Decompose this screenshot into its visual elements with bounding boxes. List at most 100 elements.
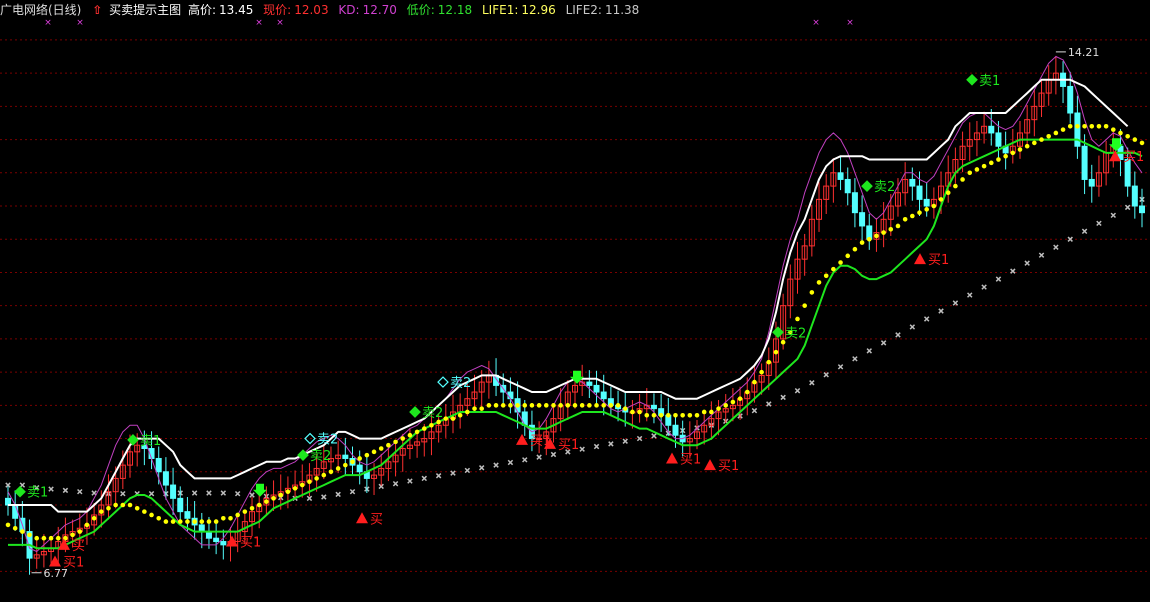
life1-dot <box>27 532 32 538</box>
candlestick-chart[interactable]: × × × × × ×卖1买1买卖1买1卖2卖2买卖2卖2买1 买1买1 买1卖2卖2买1卖1… <box>0 0 1150 602</box>
candle-down <box>650 404 657 410</box>
candle-down <box>988 125 995 134</box>
life1-dot <box>264 499 269 504</box>
candle-down <box>170 484 177 499</box>
candle-down <box>198 524 205 533</box>
life2-marker <box>77 488 83 495</box>
life1-dot <box>967 170 973 176</box>
life1-dot <box>910 213 915 219</box>
life1-dot <box>895 223 901 229</box>
life1-dot <box>802 303 807 308</box>
life1-dot <box>1075 123 1080 129</box>
life1-dot <box>809 290 815 295</box>
candle-down <box>851 192 858 214</box>
buy-triangle-icon <box>226 535 238 547</box>
life2-marker <box>148 490 155 497</box>
life1-dot <box>221 515 226 521</box>
life1-dot <box>687 412 693 418</box>
life1-dot <box>465 409 470 415</box>
life2-marker <box>593 443 600 450</box>
support-line <box>8 138 1143 550</box>
magenta-marker: × <box>255 18 263 28</box>
life2-marker <box>780 394 786 401</box>
life1-dot <box>364 452 370 458</box>
life1-dot <box>658 412 664 418</box>
life1-dot <box>874 233 879 239</box>
life1-dot <box>859 240 865 245</box>
buy-triangle-icon <box>356 512 368 524</box>
life1-dot <box>335 466 341 471</box>
life1-dot <box>479 406 484 411</box>
life1-dot <box>77 529 83 534</box>
buy-signal-label: 买1 <box>928 253 949 268</box>
life1-dot <box>637 409 642 415</box>
life1-dot <box>931 203 937 209</box>
life1-dot <box>766 359 772 365</box>
candle-down <box>859 212 866 227</box>
candle-down <box>600 391 607 400</box>
candle-down <box>177 497 184 513</box>
life1-dot <box>393 439 398 445</box>
buy-signal-label: 买1 <box>558 438 579 453</box>
life1-dot <box>256 502 262 508</box>
life2-marker <box>579 446 585 452</box>
min-price-annotation: 6.77 <box>44 567 69 580</box>
buy-signal-label: 买1 <box>718 459 739 474</box>
life2-marker <box>1038 252 1045 258</box>
life1-dot <box>84 522 90 528</box>
life2-marker <box>1010 268 1016 274</box>
life1-dot <box>694 412 700 418</box>
life1-dot <box>343 462 348 468</box>
life2-marker <box>651 433 657 439</box>
candle-down <box>155 457 162 473</box>
life2-marker <box>478 465 485 471</box>
life1-dot <box>1067 123 1073 129</box>
candle-down <box>220 541 227 546</box>
life1-dot <box>429 422 434 428</box>
life1-dot <box>1082 123 1087 129</box>
signal-buy: 买1 <box>544 437 579 453</box>
life1-dot <box>622 406 628 411</box>
life1-dot <box>170 519 176 524</box>
life1-dot <box>981 163 987 169</box>
life2-marker <box>909 324 916 330</box>
life1-dot <box>206 519 212 524</box>
life2-marker <box>866 348 872 354</box>
life1-dot <box>1046 133 1051 139</box>
buy-signal-label: 买1 <box>1123 150 1144 165</box>
life1-dot <box>1118 130 1123 136</box>
life1-dot <box>421 426 427 431</box>
life2-marker <box>191 490 198 496</box>
life1-dot <box>328 469 334 475</box>
life2-marker <box>234 490 241 497</box>
candle-down <box>213 537 220 543</box>
buy-triangle-icon <box>666 452 678 464</box>
sell-signal-label: 卖2 <box>422 406 443 421</box>
life1-dot <box>249 506 255 511</box>
life1-dot <box>285 489 291 495</box>
life2-marker <box>464 467 471 474</box>
life2-marker <box>938 308 944 314</box>
life1-dot <box>902 217 908 222</box>
life2-marker <box>1110 212 1117 219</box>
buy-triangle-icon <box>704 459 716 471</box>
kd-line <box>7 56 1143 552</box>
life1-dot <box>938 197 944 202</box>
life2-marker <box>62 487 69 494</box>
life2-marker <box>19 482 26 488</box>
candle-down <box>521 411 528 426</box>
life1-dot <box>271 496 276 501</box>
life1-dot <box>450 416 456 421</box>
life1-dot <box>192 519 197 524</box>
life2-marker <box>407 478 413 484</box>
life2-marker <box>421 475 428 482</box>
signal-buy: 买1 <box>226 535 261 551</box>
sell-signal-label: 卖2 <box>450 376 471 391</box>
life1-dot <box>529 403 535 408</box>
life1-dot <box>127 502 133 508</box>
life1-dot <box>960 177 965 182</box>
life1-dot <box>292 486 298 491</box>
life2-marker <box>435 473 442 479</box>
life2-marker <box>809 380 815 386</box>
life1-dot <box>601 403 607 408</box>
